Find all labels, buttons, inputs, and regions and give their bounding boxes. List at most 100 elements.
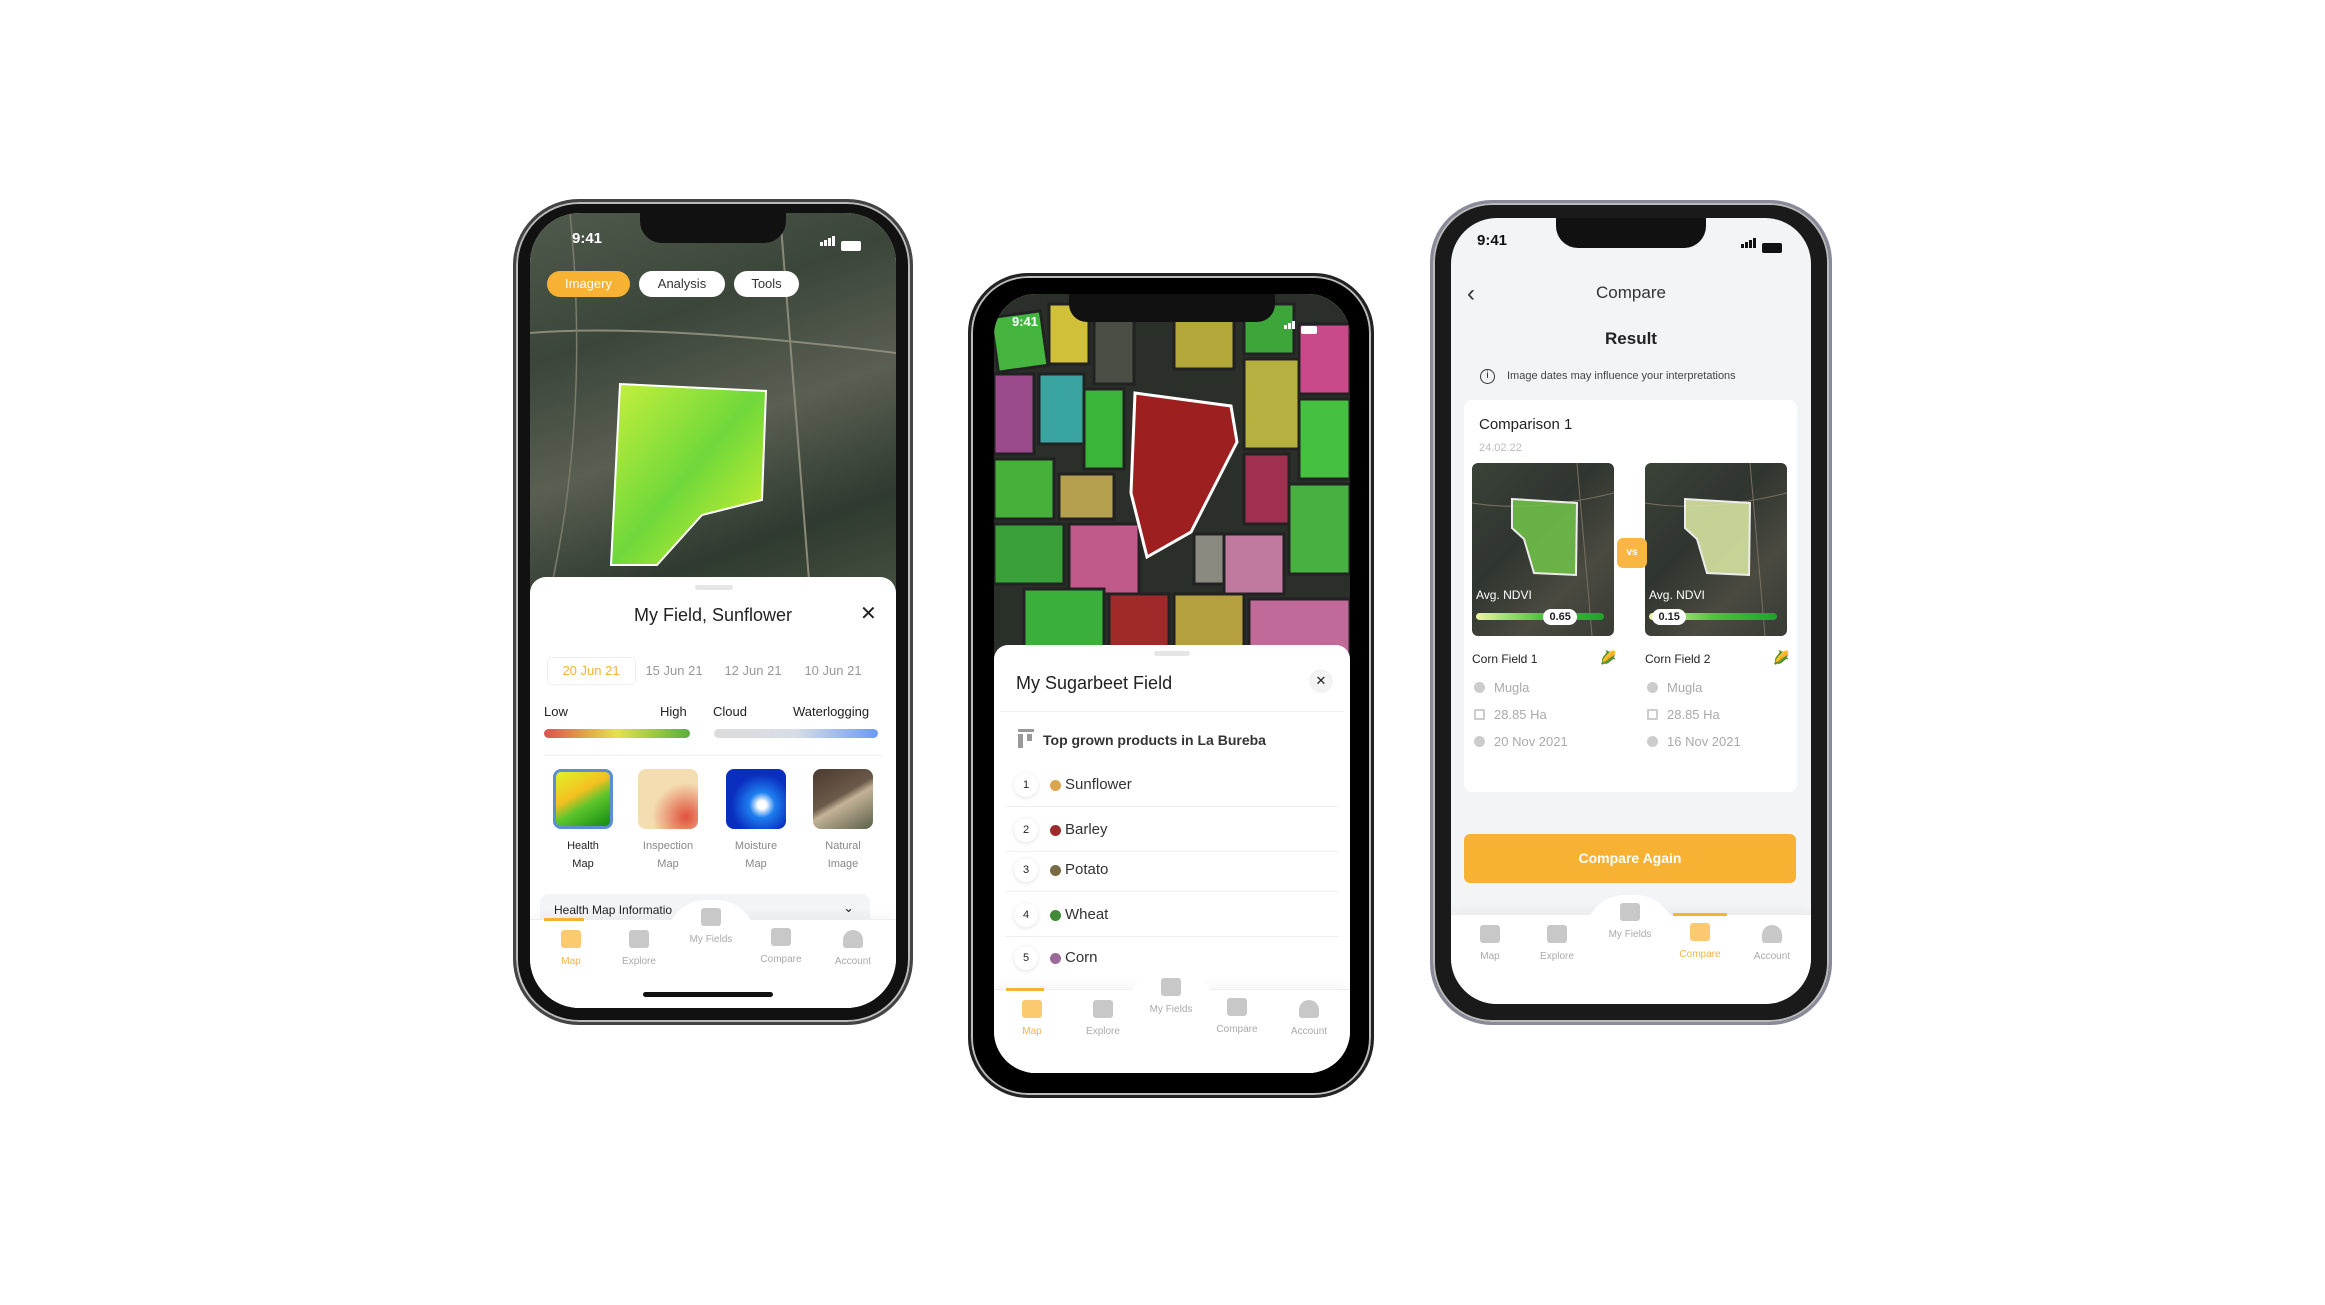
tab-imagery[interactable]: Imagery [547, 271, 630, 297]
natural-image-thumbnail[interactable] [813, 769, 873, 829]
nav-explore[interactable]: Explore [609, 930, 669, 967]
nav-compare[interactable]: Compare [751, 928, 811, 965]
area: 28.85 Ha [1474, 707, 1547, 722]
nav-explore[interactable]: Explore [1527, 925, 1587, 962]
notice-text: Image dates may influence your interpret… [1507, 370, 1736, 382]
product-list-item[interactable]: 3 Potato [1006, 848, 1338, 892]
legend-cloud: Cloud [713, 704, 747, 719]
ndvi-value-badge: 0.15 [1652, 609, 1687, 625]
nav-explore[interactable]: Explore [1073, 1000, 1133, 1037]
grid-icon [701, 908, 721, 926]
status-time: 9:41 [572, 230, 603, 247]
field-name: Corn Field 2 [1645, 652, 1711, 666]
nav-compare[interactable]: Compare [1207, 998, 1267, 1035]
seed-icon [1647, 736, 1658, 747]
status-time: 9:41 [1012, 314, 1039, 329]
sowing-date: 16 Nov 2021 [1647, 734, 1741, 749]
bottom-nav: Map Explore My Fields Compare Account [1451, 895, 1811, 1004]
page-title: Compare [1596, 283, 1666, 302]
nav-account[interactable]: Account [1742, 925, 1802, 962]
ndvi-value-badge: 0.65 [1543, 609, 1578, 625]
date-option[interactable]: 12 Jun 21 [724, 663, 781, 678]
product-list-item[interactable]: 4 Wheat [1006, 893, 1338, 937]
map-icon [1022, 1000, 1042, 1018]
date-option[interactable]: 20 Jun 21 [562, 663, 619, 678]
sheet-title: My Field, Sunflower [633, 605, 793, 625]
product-list-item[interactable]: 1 Sunflower [1006, 763, 1338, 807]
moisture-map-thumbnail[interactable] [726, 769, 786, 829]
home-indicator [643, 992, 773, 997]
ndvi-label: Avg. NDVI [1649, 588, 1705, 602]
ndvi-label: Avg. NDVI [1476, 588, 1532, 602]
account-icon [1299, 1000, 1319, 1018]
nav-map[interactable]: Map [1460, 925, 1520, 962]
explore-icon [629, 930, 649, 948]
signal-icon [1284, 316, 1296, 334]
area: 28.85 Ha [1647, 707, 1720, 722]
battery-icon [841, 241, 861, 251]
compare-again-button[interactable]: Compare Again [1464, 834, 1796, 883]
nav-my-fields[interactable]: My Fields [681, 908, 741, 945]
layer-label: Health Map [567, 840, 599, 870]
crop-color-dot [1050, 953, 1061, 964]
nav-account[interactable]: Account [1279, 1000, 1339, 1037]
water-scale-bar [714, 729, 878, 738]
comparison-date: 24.02.22 [1479, 442, 1522, 454]
comparison-title: Comparison 1 [1479, 416, 1573, 433]
health-scale-bar [544, 729, 690, 738]
inspection-map-thumbnail[interactable] [638, 769, 698, 829]
explore-icon [1093, 1000, 1113, 1018]
nav-my-fields[interactable]: My Fields [1600, 903, 1660, 940]
grid-icon [1620, 903, 1640, 921]
status-icons [820, 233, 861, 251]
product-name: Barley [1065, 821, 1108, 838]
pin-icon [1647, 682, 1658, 693]
tab-tools[interactable]: Tools [734, 271, 799, 297]
satellite-map[interactable] [530, 213, 896, 593]
layer-label: Moisture Map [734, 840, 778, 870]
rank-badge: 4 [1014, 903, 1038, 927]
health-map-thumbnail[interactable] [553, 769, 613, 829]
status-icons [1741, 235, 1782, 253]
layer-label: Natural Image [825, 840, 861, 870]
close-button[interactable]: ✕ [1309, 669, 1333, 693]
crop-map[interactable] [994, 294, 1350, 664]
comparison-card[interactable]: Comparison 1 24.02.22 Avg. NDVI 0.65 Cor… [1464, 400, 1797, 792]
nav-account[interactable]: Account [823, 930, 883, 967]
compare-result-screen: 9:41 ‹ Compare Result i Image dates may … [1451, 218, 1811, 1004]
area-icon [1647, 709, 1658, 720]
selected-field [1129, 391, 1239, 560]
sheet-title: My Sugarbeet Field [1016, 673, 1173, 693]
tab-analysis[interactable]: Analysis [639, 271, 725, 297]
field-ndvi-image[interactable]: Avg. NDVI 0.65 [1472, 463, 1614, 636]
result-heading: Result [1605, 329, 1657, 348]
sowing-date: 20 Nov 2021 [1474, 734, 1568, 749]
legend-low: Low [544, 704, 568, 719]
vs-badge: vs [1617, 538, 1647, 568]
area-icon [1474, 709, 1485, 720]
product-name: Sunflower [1065, 776, 1132, 793]
product-list-item[interactable]: 2 Barley [1006, 808, 1338, 852]
battery-icon [1762, 243, 1782, 253]
account-icon [1762, 925, 1782, 943]
drag-handle[interactable] [1154, 651, 1190, 656]
close-icon[interactable]: ✕ [860, 601, 877, 626]
drag-handle[interactable] [695, 585, 733, 590]
nav-map[interactable]: Map [541, 930, 601, 967]
field-name: Corn Field 1 [1472, 652, 1538, 666]
list-header: Top grown products in La Bureba [1043, 732, 1266, 748]
info-icon: i [1480, 369, 1495, 384]
field-boundary [1684, 497, 1752, 577]
field-ndvi-image[interactable]: Avg. NDVI 0.15 [1645, 463, 1787, 636]
signal-icon [820, 233, 836, 251]
date-option[interactable]: 15 Jun 21 [645, 663, 702, 678]
field-imagery-screen: 9:41 Imagery Analysis Tools My Field, Su… [530, 213, 896, 1008]
seed-icon [1474, 736, 1485, 747]
nav-my-fields[interactable]: My Fields [1141, 978, 1201, 1015]
date-option[interactable]: 10 Jun 21 [804, 663, 861, 678]
bottom-nav: Map Explore My Fields Compare Account [994, 970, 1350, 1073]
location: Mugla [1474, 680, 1529, 695]
nav-map[interactable]: Map [1002, 1000, 1062, 1037]
corn-icon: 🌽 [1773, 650, 1790, 665]
nav-compare[interactable]: Compare [1670, 923, 1730, 960]
